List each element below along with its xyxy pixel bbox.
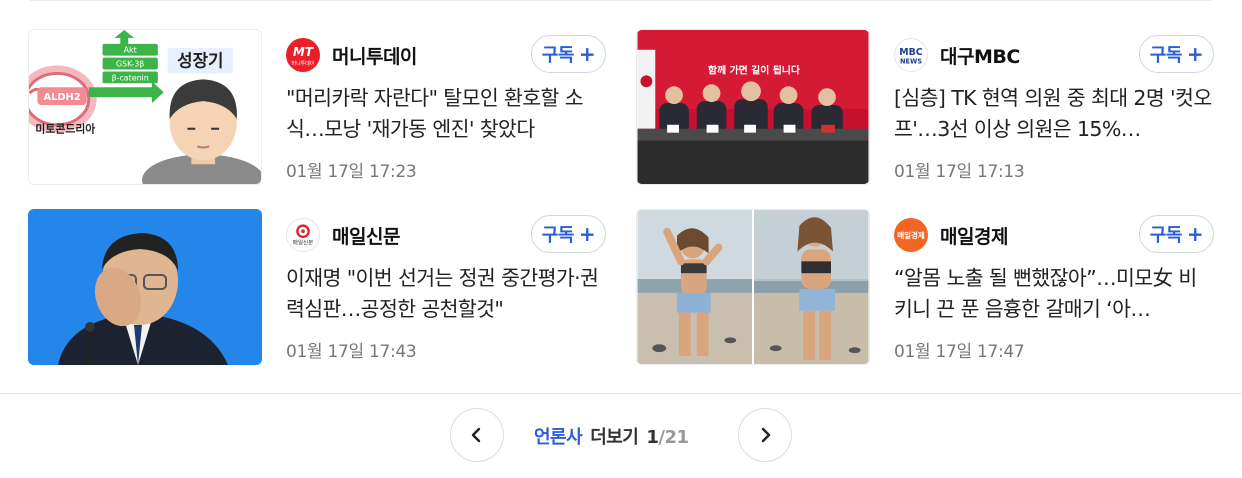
article-title[interactable]: "머리카락 자란다" 탈모인 환호할 소식…모낭 '재가동 엔진' 찾았다 xyxy=(286,83,604,145)
subscribe-button[interactable]: 구독 + xyxy=(531,35,606,73)
article-time: 01월 17일 17:13 xyxy=(894,162,1025,182)
article-time: 01월 17일 17:23 xyxy=(286,162,417,182)
svg-text:MT: MT xyxy=(293,45,314,59)
article-title[interactable]: “알몸 노출 될 뻔했잖아”…미모女 비키니 끈 푼 음흉한 갈매기 ‘아… xyxy=(894,263,1212,325)
press-logo: 매일신문 xyxy=(286,218,320,252)
subscribe-button[interactable]: 구독 + xyxy=(1139,215,1214,253)
beach-photo xyxy=(637,210,869,364)
chevron-right-icon xyxy=(761,427,771,443)
svg-text:NEWS: NEWS xyxy=(900,57,922,65)
svg-text:GSK-3β: GSK-3β xyxy=(116,60,144,69)
article-thumbnail[interactable] xyxy=(636,209,870,365)
plus-icon: + xyxy=(1186,222,1204,246)
subscribe-button[interactable]: 구독 + xyxy=(1139,35,1214,73)
chevron-left-icon xyxy=(471,427,481,443)
article-time: 01월 17일 17:47 xyxy=(894,342,1025,362)
press-info[interactable]: 매일경제 매일경제 xyxy=(894,218,1008,252)
svg-text:머니투데이: 머니투데이 xyxy=(291,60,314,67)
news-card-2[interactable]: 함께 가면 길이 됩니다 MBC NEWS 대구MBC 구독 + [심층] TK… xyxy=(636,29,1226,187)
press-name[interactable]: 매일신문 xyxy=(332,222,400,249)
pager-label[interactable]: 언론사 더보기 1/21 xyxy=(534,423,689,449)
prev-page-button[interactable] xyxy=(450,408,504,462)
article-thumbnail[interactable]: 함께 가면 길이 됩니다 xyxy=(636,29,870,185)
article-thumbnail[interactable] xyxy=(28,209,262,365)
news-card-1[interactable]: ALDH2 미토콘드리아 Akt GSK-3β β-catenin 성장기 MT… xyxy=(28,29,618,187)
article-time: 01월 17일 17:43 xyxy=(286,342,417,362)
press-info[interactable]: MT 머니투데이 머니투데이 xyxy=(286,38,417,72)
press-info[interactable]: MBC NEWS 대구MBC xyxy=(894,38,1020,72)
svg-text:Akt: Akt xyxy=(124,46,137,55)
press-name[interactable]: 머니투데이 xyxy=(332,42,417,69)
svg-text:매일경제: 매일경제 xyxy=(897,230,925,240)
plus-icon: + xyxy=(578,42,596,66)
top-divider xyxy=(0,0,1242,1)
svg-text:성장기: 성장기 xyxy=(177,51,223,71)
article-thumbnail[interactable]: ALDH2 미토콘드리아 Akt GSK-3β β-catenin 성장기 xyxy=(28,29,262,185)
svg-text:MBC: MBC xyxy=(899,47,923,58)
press-logo: MT 머니투데이 xyxy=(286,38,320,72)
svg-text:β-catenin: β-catenin xyxy=(112,73,149,82)
subscribe-button[interactable]: 구독 + xyxy=(531,215,606,253)
press-logo: 매일경제 xyxy=(894,218,928,252)
hair-research-illustration: ALDH2 미토콘드리아 Akt GSK-3β β-catenin 성장기 xyxy=(29,30,261,184)
svg-text:미토콘드리아: 미토콘드리아 xyxy=(35,122,95,136)
press-name[interactable]: 대구MBC xyxy=(940,42,1020,69)
article-title[interactable]: 이재명 "이번 선거는 정권 중간평가·권력심판…공정한 공천할것" xyxy=(286,263,604,325)
press-info[interactable]: 매일신문 매일신문 xyxy=(286,218,400,252)
total-pages: /21 xyxy=(658,427,689,448)
svg-text:함께 가면 길이 됩니다: 함께 가면 길이 됩니다 xyxy=(708,63,801,76)
press-logo: MBC NEWS xyxy=(894,38,928,72)
next-page-button[interactable] xyxy=(738,408,792,462)
news-card-4[interactable]: 매일경제 매일경제 구독 + “알몸 노출 될 뻔했잖아”…미모女 비키니 끈 푼… xyxy=(636,209,1226,367)
article-title[interactable]: [심층] TK 현역 의원 중 최대 2명 '컷오프'…3선 이상 의원은 15… xyxy=(894,83,1212,145)
plus-icon: + xyxy=(1186,42,1204,66)
svg-text:매일신문: 매일신문 xyxy=(293,238,314,246)
section-divider xyxy=(0,393,1242,394)
more-label[interactable]: 더보기 xyxy=(590,423,639,449)
politician-photo xyxy=(28,209,262,365)
plus-icon: + xyxy=(578,222,596,246)
press-more-link[interactable]: 언론사 xyxy=(534,423,583,449)
press-name[interactable]: 매일경제 xyxy=(940,222,1008,249)
press-conference-photo: 함께 가면 길이 됩니다 xyxy=(637,30,869,184)
current-page: 1 xyxy=(646,427,659,448)
news-card-3[interactable]: 매일신문 매일신문 구독 + 이재명 "이번 선거는 정권 중간평가·권력심판…공… xyxy=(28,209,618,367)
aldh2-label: ALDH2 xyxy=(43,92,80,103)
